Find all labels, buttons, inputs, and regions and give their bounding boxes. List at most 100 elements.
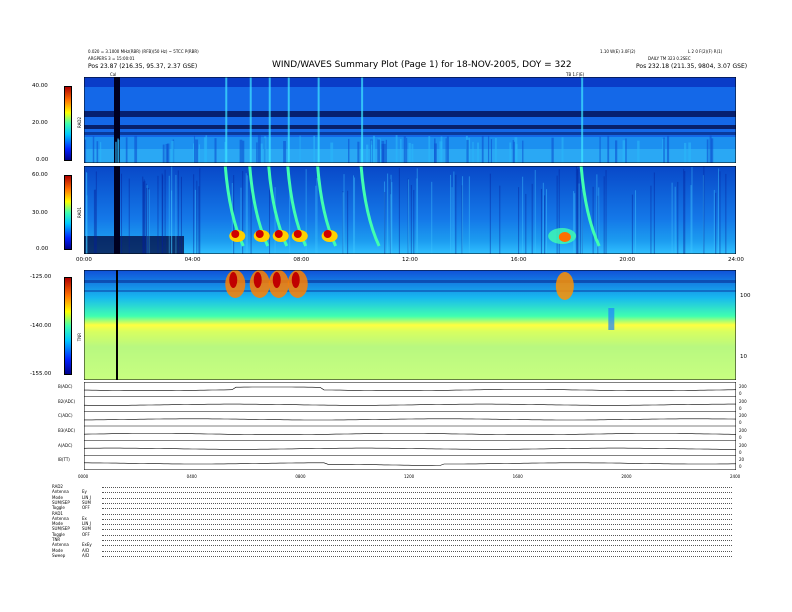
rad1-texture-streak [718, 168, 720, 254]
rad1-x-tick-label: 20:00 [619, 257, 636, 263]
rad1-texture-streak [574, 193, 576, 254]
rad2-event-line [581, 77, 584, 163]
rad1-event-peak [231, 230, 240, 238]
rad1-texture-streak [518, 187, 520, 254]
legend-label: Sweep [52, 552, 66, 558]
rad1-texture-streak [603, 176, 605, 254]
rad1-texture-streak [531, 183, 533, 254]
legend-row: Antenna Ex [52, 516, 742, 521]
rad2-texture-streak [162, 144, 165, 163]
header-position-left: Pos 23.87 (216.35, 95.37, 2.37 GSE) [88, 63, 198, 70]
rad2-texture-streak [551, 137, 554, 163]
legend-value: LIN J [82, 521, 91, 527]
rad1-texture-streak [703, 166, 705, 254]
rad1-x-tick-label: 16:00 [510, 257, 527, 263]
rad2-texture-streak [192, 143, 194, 163]
rad2-texture-streak [381, 144, 384, 163]
legend-label: RAD2 [52, 484, 63, 489]
legend-row: SUM/SEP SUM [52, 526, 742, 531]
rad2-texture-streak [92, 136, 95, 163]
rad1-cb-tick-top: 60.00 [32, 172, 48, 178]
housekeeping-row-label: B(ADC) [58, 384, 73, 389]
legend-label: TNR [52, 537, 61, 542]
rad1-texture-streak [650, 185, 652, 254]
rad1-texture-streak [193, 174, 195, 254]
rad1-texture-streak [725, 173, 727, 254]
rad2-texture-streak [666, 135, 670, 163]
rad1-texture-streak [713, 189, 715, 254]
rad1-texture-streak [690, 185, 692, 254]
rad2-texture-streak [688, 142, 692, 163]
rad2-texture-streak [395, 135, 398, 163]
rad1-texture-streak [250, 184, 252, 254]
housekeeping-right-tick: 0 [739, 435, 742, 440]
rad2-texture-streak [134, 135, 138, 163]
rad2-colorbar [64, 86, 72, 161]
housekeeping-right-tick: 0 [739, 391, 742, 396]
rad1-texture-streak [653, 172, 655, 254]
legend-row: Antenna Ey [52, 489, 742, 494]
housekeeping-right-tick: 0 [739, 405, 742, 411]
rad1-x-tick-label: 12:00 [402, 257, 418, 263]
legend-row: Sweep A/D [52, 553, 742, 558]
rad1-texture-streak [245, 173, 247, 254]
housekeeping-row-label: B3(ADC) [58, 428, 76, 433]
rad1-texture-streak [162, 175, 164, 254]
legend-row: Toggle OFF [52, 532, 742, 537]
rad1-texture-streak [180, 176, 182, 254]
legend-label: Antenna [52, 515, 69, 521]
legend-label: Antenna [52, 489, 69, 495]
rad2-texture-streak [198, 144, 200, 163]
rad2-texture-streak [171, 140, 174, 163]
rad2-texture-streak [466, 139, 469, 163]
rad2-texture-streak [299, 135, 301, 163]
housekeeping-row-label: C(ADC) [58, 413, 73, 419]
rad1-texture-streak [128, 178, 130, 254]
rad2-texture-streak [117, 138, 119, 163]
legend-label: Mode [52, 494, 63, 500]
tnr-burst-core [229, 272, 238, 288]
rad2-texture-streak [257, 135, 261, 163]
rad2-texture-streak [487, 135, 490, 163]
rad1-texture-streak [408, 179, 410, 254]
housekeeping-row-label: B2(ADC) [58, 398, 76, 404]
rad1-texture-streak [410, 184, 412, 254]
rad1-x-tick-label: 24:00 [728, 257, 744, 263]
rad1-texture-streak [635, 190, 637, 254]
rad2-texture-streak [372, 135, 375, 163]
rad1-texture-streak [451, 187, 453, 254]
legend-dotted-rule [102, 500, 732, 504]
legend-dotted-rule [102, 526, 732, 531]
rad1-texture-streak [413, 189, 415, 254]
rad1-texture-streak [453, 171, 455, 254]
rad2-texture-streak [283, 140, 286, 163]
rad1-event-peak [293, 230, 302, 238]
legend-value: Ey [82, 489, 87, 495]
legend-dotted-rule [102, 542, 732, 547]
legend-dotted-rule [102, 553, 732, 557]
rad1-texture-streak [177, 170, 179, 254]
rad2-texture-streak [607, 135, 610, 163]
legend-label: SUM/SEP [52, 499, 70, 505]
page-title: WIND/WAVES Summary Plot (Page 1) for 18-… [272, 60, 572, 70]
rad2-texture-streak [477, 142, 479, 163]
rad1-texture-streak [579, 172, 581, 254]
rad1-texture-streak [94, 189, 96, 254]
rad2-texture-streak [408, 142, 411, 163]
housekeeping-right-tick: 0 [739, 464, 742, 470]
rad1-texture-streak [315, 185, 317, 254]
rad2-cb-tick-top: 40.00 [32, 83, 48, 89]
rad1-texture-streak [544, 195, 546, 254]
rad1-texture-streak [468, 176, 470, 254]
header-info-right1: DAILY TM 323 0.2SEC [648, 56, 691, 61]
legend-dotted-rule [102, 521, 732, 526]
housekeeping-x-tick-label: 2000 [621, 474, 632, 479]
legend-row: Mode LIN J [52, 495, 742, 500]
rad1-texture-streak [542, 182, 544, 254]
rad2-event-line [268, 77, 271, 163]
rad1-texture-streak [146, 187, 148, 254]
rad2-event-line [225, 77, 228, 163]
tnr-spectrogram [84, 270, 736, 380]
rad1-texture-streak [573, 191, 575, 254]
legend-value: A/D [82, 552, 90, 558]
